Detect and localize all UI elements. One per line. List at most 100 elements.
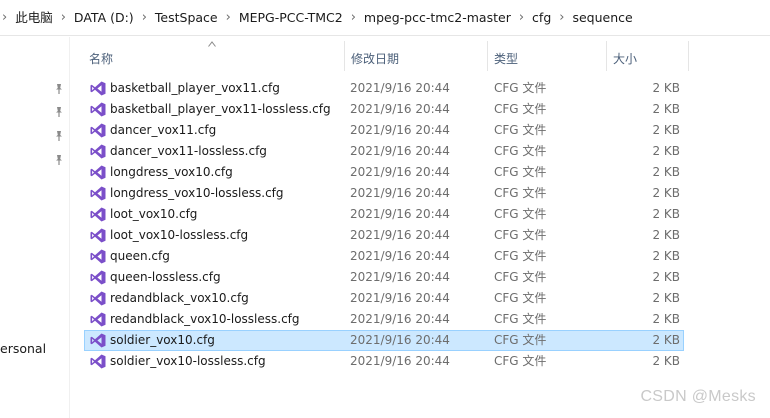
file-size: 2 KB (652, 270, 680, 284)
file-date: 2021/9/16 20:44 (350, 270, 450, 284)
pin-icon[interactable] (53, 106, 65, 118)
file-date: 2021/9/16 20:44 (350, 102, 450, 116)
file-row[interactable]: dancer_vox11.cfg 2021/9/16 20:44 CFG 文件 … (84, 120, 684, 141)
visual-studio-file-icon (90, 270, 106, 285)
file-date: 2021/9/16 20:44 (350, 123, 450, 137)
breadcrumb-cfg[interactable]: cfg (531, 0, 552, 36)
pin-icon[interactable] (53, 83, 65, 95)
file-row[interactable]: redandblack_vox10.cfg 2021/9/16 20:44 CF… (84, 288, 684, 309)
file-type: CFG 文件 (494, 333, 547, 347)
chevron-right-icon[interactable]: › (54, 0, 73, 36)
breadcrumb-sequence[interactable]: sequence (571, 0, 633, 36)
column-divider[interactable] (487, 41, 488, 71)
file-size: 2 KB (652, 123, 680, 137)
visual-studio-file-icon (90, 81, 106, 96)
file-row[interactable]: soldier_vox10-lossless.cfg 2021/9/16 20:… (84, 351, 684, 372)
breadcrumb-drive[interactable]: DATA (D:) (73, 0, 135, 36)
file-list[interactable]: 名称 修改日期 类型 大小 basketball_player_vox11.cf… (84, 37, 770, 418)
file-type: CFG 文件 (494, 165, 547, 179)
file-name: soldier_vox10.cfg (110, 333, 215, 347)
file-type: CFG 文件 (494, 123, 547, 137)
file-type: CFG 文件 (494, 354, 547, 368)
file-date: 2021/9/16 20:44 (350, 165, 450, 179)
file-name: redandblack_vox10.cfg (110, 291, 249, 305)
file-row[interactable]: longdress_vox10.cfg 2021/9/16 20:44 CFG … (84, 162, 684, 183)
visual-studio-file-icon (90, 291, 106, 306)
column-header-type[interactable]: 类型 (489, 37, 518, 72)
visual-studio-file-icon (90, 144, 106, 159)
file-rows: basketball_player_vox11.cfg 2021/9/16 20… (84, 78, 770, 372)
file-row[interactable]: loot_vox10.cfg 2021/9/16 20:44 CFG 文件 2 … (84, 204, 684, 225)
file-size: 2 KB (652, 102, 680, 116)
file-size: 2 KB (652, 165, 680, 179)
file-row[interactable]: dancer_vox11-lossless.cfg 2021/9/16 20:4… (84, 141, 684, 162)
file-type: CFG 文件 (494, 291, 547, 305)
file-size: 2 KB (652, 207, 680, 221)
chevron-right-icon[interactable]: › (512, 0, 531, 36)
column-header-size[interactable]: 大小 (608, 37, 637, 72)
file-size: 2 KB (652, 291, 680, 305)
navigation-pane[interactable]: ersonal (0, 37, 70, 418)
visual-studio-file-icon (90, 249, 106, 264)
watermark: CSDN @Mesks (640, 388, 756, 405)
breadcrumb-mepg-pcc-tmc2[interactable]: MEPG-PCC-TMC2 (238, 0, 344, 36)
file-name: loot_vox10-lossless.cfg (110, 228, 249, 242)
visual-studio-file-icon (90, 165, 106, 180)
column-header-date[interactable]: 修改日期 (346, 37, 399, 72)
breadcrumb: › 此电脑 › DATA (D:) › TestSpace › MEPG-PCC… (0, 0, 634, 36)
chevron-right-icon[interactable]: › (0, 0, 14, 36)
file-row[interactable]: longdress_vox10-lossless.cfg 2021/9/16 2… (84, 183, 684, 204)
chevron-right-icon[interactable]: › (219, 0, 238, 36)
sort-ascending-icon (208, 41, 216, 47)
file-name: longdress_vox10.cfg (110, 165, 233, 179)
file-date: 2021/9/16 20:44 (350, 312, 450, 326)
file-name: basketball_player_vox11.cfg (110, 81, 280, 95)
nav-item-personal[interactable]: ersonal (0, 341, 46, 356)
file-date: 2021/9/16 20:44 (350, 207, 450, 221)
file-size: 2 KB (652, 228, 680, 242)
visual-studio-file-icon (90, 123, 106, 138)
file-row[interactable]: redandblack_vox10-lossless.cfg 2021/9/16… (84, 309, 684, 330)
chevron-right-icon[interactable]: › (135, 0, 154, 36)
breadcrumb-this-pc[interactable]: 此电脑 (14, 0, 54, 36)
visual-studio-file-icon (90, 333, 106, 348)
file-name: redandblack_vox10-lossless.cfg (110, 312, 300, 326)
file-row-selected[interactable]: soldier_vox10.cfg 2021/9/16 20:44 CFG 文件… (84, 330, 684, 351)
file-date: 2021/9/16 20:44 (350, 291, 450, 305)
file-row[interactable]: basketball_player_vox11.cfg 2021/9/16 20… (84, 78, 684, 99)
file-size: 2 KB (652, 81, 680, 95)
pin-icon[interactable] (53, 130, 65, 142)
visual-studio-file-icon (90, 102, 106, 117)
address-bar[interactable]: › 此电脑 › DATA (D:) › TestSpace › MEPG-PCC… (0, 0, 770, 36)
visual-studio-file-icon (90, 207, 106, 222)
column-header-row: 名称 修改日期 类型 大小 (84, 37, 770, 72)
file-row[interactable]: queen.cfg 2021/9/16 20:44 CFG 文件 2 KB (84, 246, 684, 267)
file-date: 2021/9/16 20:44 (350, 228, 450, 242)
file-size: 2 KB (652, 249, 680, 263)
pin-icon[interactable] (53, 154, 65, 166)
column-divider[interactable] (344, 41, 345, 71)
visual-studio-file-icon (90, 354, 106, 369)
file-row[interactable]: queen-lossless.cfg 2021/9/16 20:44 CFG 文… (84, 267, 684, 288)
column-header-name[interactable]: 名称 (84, 37, 113, 72)
file-type: CFG 文件 (494, 144, 547, 158)
chevron-right-icon[interactable]: › (552, 0, 571, 36)
file-type: CFG 文件 (494, 312, 547, 326)
file-date: 2021/9/16 20:44 (350, 186, 450, 200)
breadcrumb-testspace[interactable]: TestSpace (154, 0, 219, 36)
column-divider[interactable] (606, 41, 607, 71)
file-name: queen-lossless.cfg (110, 270, 221, 284)
breadcrumb-tmc2-master[interactable]: mpeg-pcc-tmc2-master (363, 0, 512, 36)
file-row[interactable]: loot_vox10-lossless.cfg 2021/9/16 20:44 … (84, 225, 684, 246)
visual-studio-file-icon (90, 186, 106, 201)
file-size: 2 KB (652, 144, 680, 158)
file-type: CFG 文件 (494, 102, 547, 116)
column-divider[interactable] (688, 41, 689, 71)
file-row[interactable]: basketball_player_vox11-lossless.cfg 202… (84, 99, 684, 120)
file-name: basketball_player_vox11-lossless.cfg (110, 102, 331, 116)
chevron-right-icon[interactable]: › (344, 0, 363, 36)
file-size: 2 KB (652, 312, 680, 326)
file-date: 2021/9/16 20:44 (350, 333, 450, 347)
file-date: 2021/9/16 20:44 (350, 81, 450, 95)
file-size: 2 KB (652, 333, 680, 347)
